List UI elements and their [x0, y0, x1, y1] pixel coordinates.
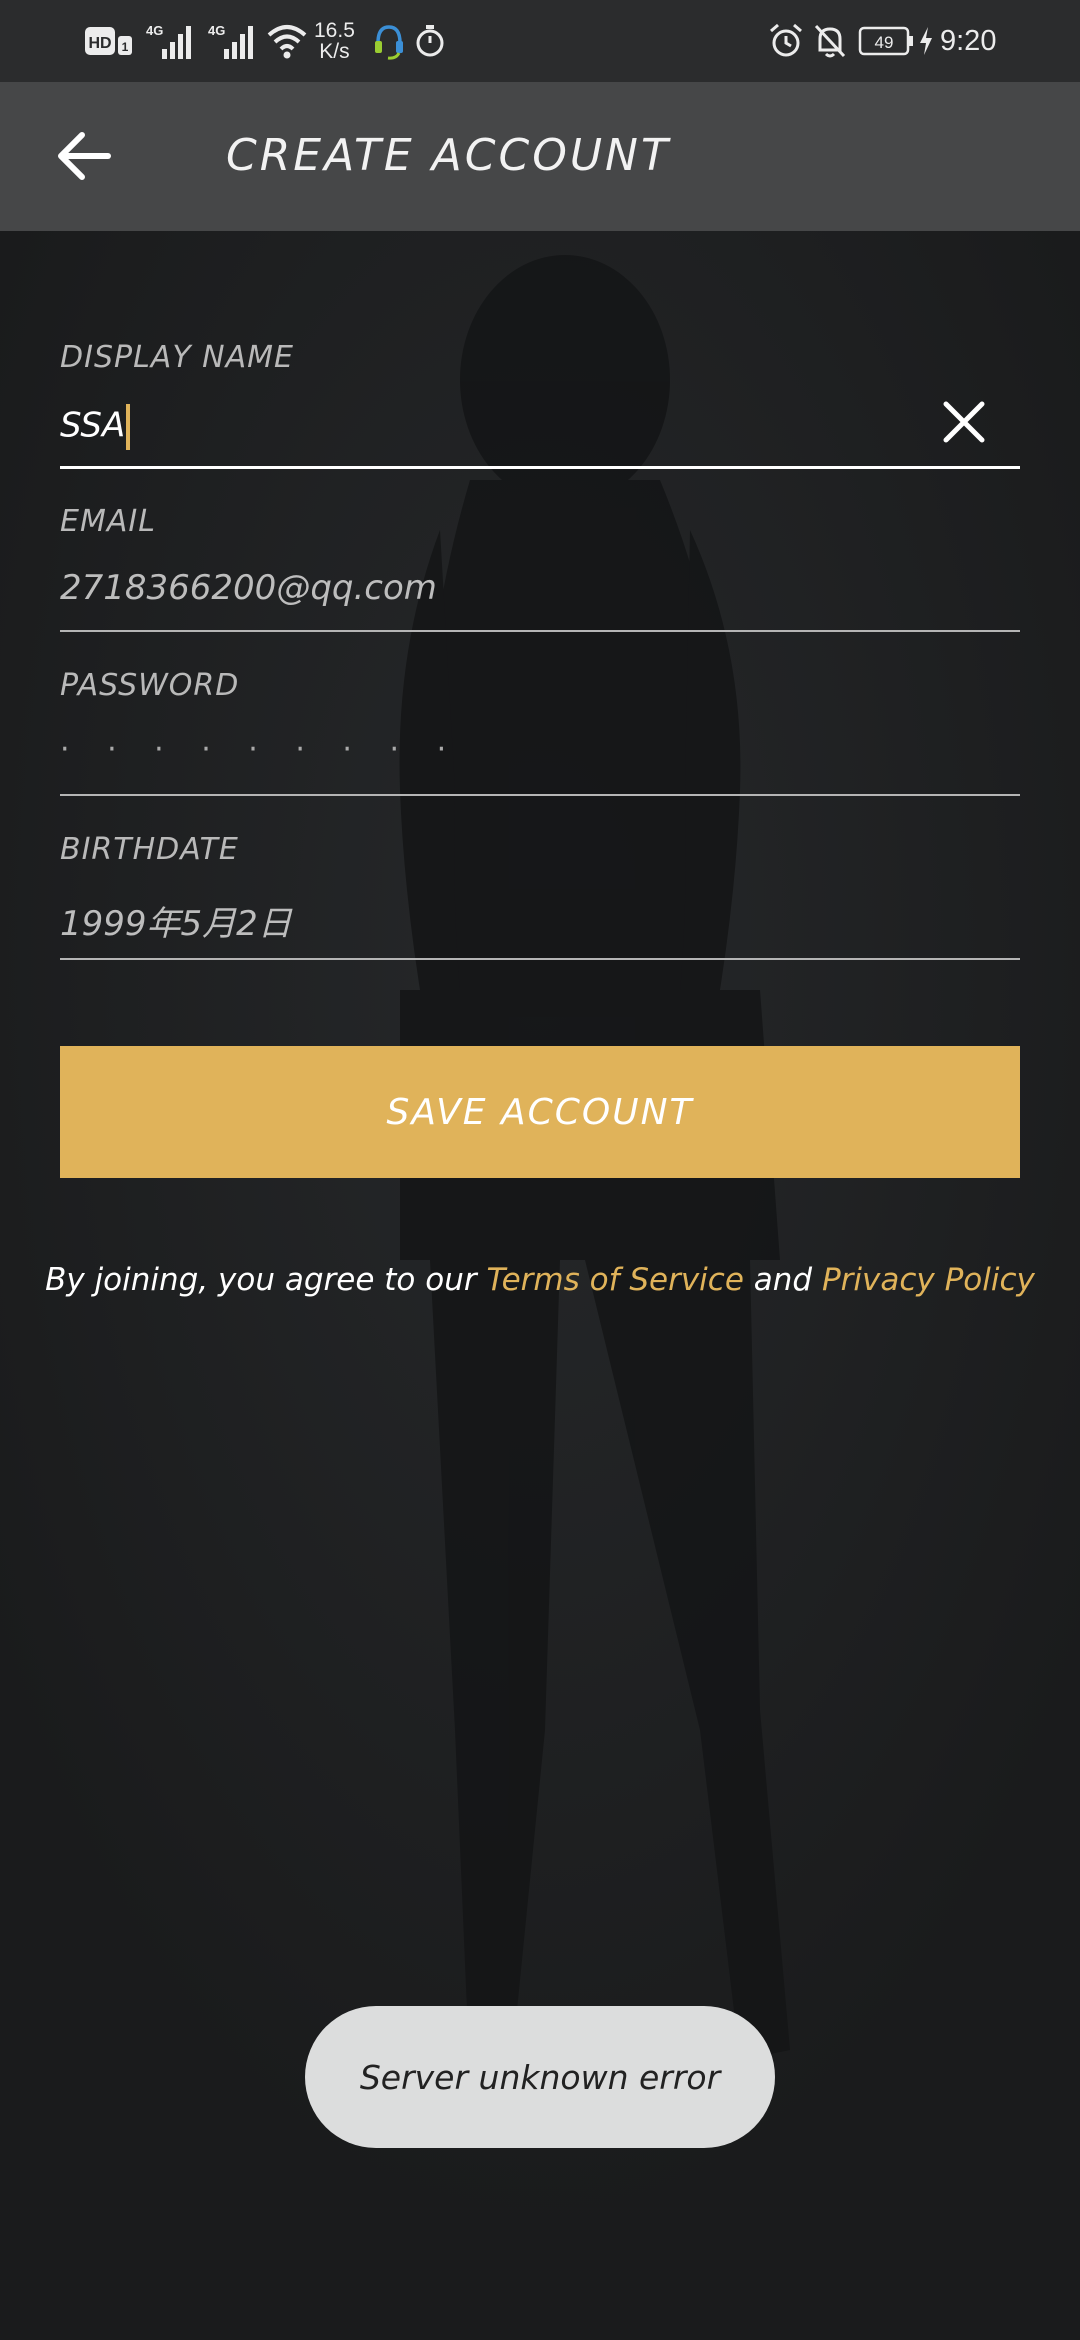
display-name-value: SSA	[60, 405, 126, 446]
signal-icon: 4G	[208, 0, 260, 82]
email-field[interactable]: EMAIL 2718366200@qq.com	[60, 494, 1020, 658]
svg-text:49: 49	[875, 33, 894, 52]
create-account-form: DISPLAY NAME SSA EMAIL 2718366200@qq.com…	[60, 330, 1020, 986]
create-account-screen: HD 1 4G 4G 16.5 K/s 49 9:20 CREATE ACCOU…	[0, 0, 1080, 2340]
signal-icon: 4G	[146, 0, 198, 82]
display-name-underline	[60, 466, 1020, 469]
charging-bolt-icon	[918, 0, 934, 82]
save-account-button[interactable]: SAVE ACCOUNT	[60, 1046, 1020, 1178]
net-speed: 16.5 K/s	[314, 19, 355, 63]
password-label: PASSWORD	[60, 668, 240, 703]
terms-prefix: By joining, you agree to our	[45, 1262, 477, 1298]
terms-of-service-link[interactable]: Terms of Service	[486, 1262, 743, 1298]
privacy-policy-link[interactable]: Privacy Policy	[822, 1262, 1035, 1298]
email-label: EMAIL	[60, 504, 156, 539]
display-name-label: DISPLAY NAME	[60, 340, 294, 375]
back-button[interactable]	[48, 120, 120, 192]
terms-notice: By joining, you agree to our Terms of Se…	[0, 1262, 1080, 1298]
birthdate-field[interactable]: BIRTHDATE 1999年5月2日	[60, 822, 1020, 986]
svg-text:4G: 4G	[208, 23, 225, 38]
stopwatch-icon	[414, 0, 446, 82]
arrow-left-icon	[58, 132, 111, 180]
display-name-field[interactable]: DISPLAY NAME SSA	[60, 330, 1020, 494]
birthdate-label: BIRTHDATE	[60, 832, 239, 867]
email-input[interactable]: 2718366200@qq.com	[60, 568, 940, 608]
display-name-input[interactable]: SSA	[60, 404, 940, 450]
status-bar: HD 1 4G 4G 16.5 K/s 49 9:20	[0, 0, 1080, 82]
password-input[interactable]: · · · · · · · · ·	[60, 732, 940, 767]
app-bar: CREATE ACCOUNT	[0, 82, 1080, 231]
page-title: CREATE ACCOUNT	[226, 130, 671, 181]
hd-icon: HD 1	[84, 0, 136, 82]
wifi-icon	[266, 0, 308, 82]
email-underline	[60, 630, 1020, 632]
terms-conjunction: and	[753, 1262, 813, 1298]
svg-text:1: 1	[122, 40, 129, 54]
svg-text:4G: 4G	[146, 23, 163, 38]
close-icon	[943, 401, 985, 443]
bell-off-icon	[812, 0, 848, 82]
birthdate-input[interactable]: 1999年5月2日	[60, 896, 940, 945]
password-underline	[60, 794, 1020, 796]
error-toast: Server unknown error	[305, 2006, 775, 2148]
svg-text:HD: HD	[88, 35, 111, 52]
text-caret	[126, 404, 131, 450]
clock: 9:20	[940, 24, 997, 57]
battery-icon: 49	[858, 0, 916, 82]
clear-button[interactable]	[934, 392, 994, 452]
birthdate-underline	[60, 958, 1020, 960]
password-field[interactable]: PASSWORD · · · · · · · · ·	[60, 658, 1020, 822]
headset-icon	[372, 0, 406, 82]
alarm-icon	[768, 0, 804, 82]
